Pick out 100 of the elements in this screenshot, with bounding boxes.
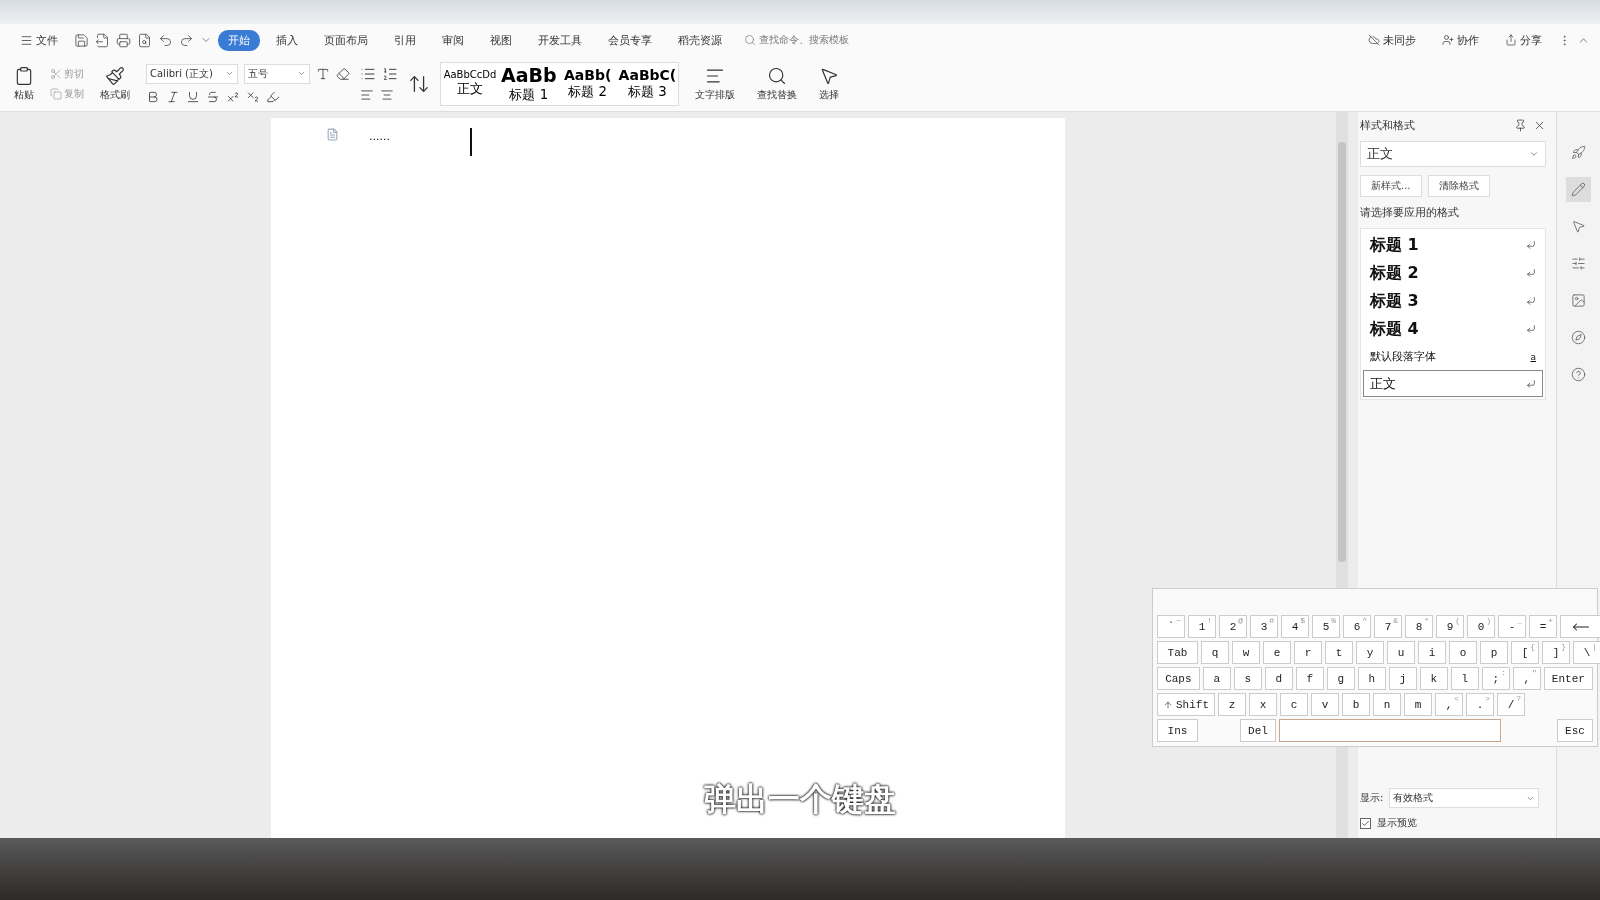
- shift-key[interactable]: Shift: [1157, 693, 1215, 716]
- style-preset[interactable]: AaBb( 标题 2: [558, 62, 617, 105]
- style-preset[interactable]: AaBbCcDd 正文: [441, 62, 499, 105]
- undo-icon[interactable]: [158, 32, 173, 48]
- keyboard-key[interactable]: h: [1357, 667, 1386, 690]
- keyboard-key[interactable]: f: [1295, 667, 1324, 690]
- caret-icon[interactable]: [225, 69, 234, 78]
- redo-icon[interactable]: [179, 32, 194, 48]
- space-bar[interactable]: [1279, 719, 1501, 742]
- style-preset[interactable]: AaBb 标题 1: [499, 62, 559, 105]
- keyboard-key[interactable]: Ins: [1157, 719, 1198, 742]
- share-icon[interactable]: [1505, 34, 1517, 46]
- search-icon[interactable]: [767, 65, 788, 86]
- caret-icon[interactable]: [1529, 149, 1539, 159]
- ribbon-tab[interactable]: 开始: [218, 29, 260, 51]
- keyboard-key[interactable]: Enter: [1543, 667, 1593, 690]
- keyboard-key[interactable]: . >: [1466, 693, 1494, 716]
- keyboard-key[interactable]: 5 %: [1312, 615, 1340, 638]
- keyboard-key[interactable]: ` ~: [1157, 615, 1185, 638]
- keyboard-key[interactable]: o: [1449, 641, 1477, 664]
- save-icon[interactable]: [74, 32, 89, 48]
- paragraph-icon[interactable]: [326, 128, 339, 141]
- keyboard-key[interactable]: ; :: [1481, 667, 1510, 690]
- scrollbar[interactable]: [1338, 142, 1346, 562]
- keyboard-key[interactable]: [ {: [1511, 641, 1539, 664]
- preview-icon[interactable]: [137, 32, 152, 48]
- superscript-icon[interactable]: [226, 89, 240, 104]
- font-field[interactable]: Calibri (正文): [146, 63, 238, 84]
- format-painter-button[interactable]: 格式刷: [94, 64, 136, 103]
- close-icon[interactable]: [1533, 119, 1546, 132]
- paste-button[interactable]: 粘贴: [8, 64, 40, 103]
- keyboard-key[interactable]: 9 (: [1436, 615, 1464, 638]
- keyboard-key[interactable]: p: [1480, 641, 1508, 664]
- grow-font-icon[interactable]: [316, 66, 330, 81]
- keyboard-key[interactable]: , <: [1435, 693, 1463, 716]
- keyboard-key[interactable]: i: [1418, 641, 1446, 664]
- keyboard-key[interactable]: z: [1218, 693, 1246, 716]
- bold-icon[interactable]: [146, 89, 160, 104]
- return-icon[interactable]: [1526, 268, 1536, 278]
- backspace-key[interactable]: [1560, 615, 1600, 638]
- cloud-icon[interactable]: [1368, 34, 1380, 46]
- find-replace-button[interactable]: 查找替换: [751, 64, 804, 103]
- keyboard-key[interactable]: c: [1280, 693, 1308, 716]
- keyboard-key[interactable]: a: [1202, 667, 1231, 690]
- help-icon[interactable]: [1571, 367, 1586, 382]
- keyboard-key[interactable]: 0 ): [1467, 615, 1495, 638]
- checkbox[interactable]: [1360, 817, 1371, 829]
- keyboard-key[interactable]: , ": [1512, 667, 1541, 690]
- keyboard-key[interactable]: s: [1233, 667, 1262, 690]
- style-preset[interactable]: AaBbC( 标题 3: [616, 62, 679, 105]
- style-item[interactable]: 正文: [1363, 370, 1543, 397]
- align-center-icon[interactable]: [380, 87, 394, 102]
- caret-icon[interactable]: [297, 69, 306, 78]
- ribbon-tab[interactable]: 页面布局: [314, 29, 378, 51]
- keyboard-key[interactable]: t: [1325, 641, 1353, 664]
- keyboard-key[interactable]: g: [1326, 667, 1355, 690]
- keyboard-key[interactable]: b: [1342, 693, 1370, 716]
- return-icon[interactable]: [1526, 378, 1536, 389]
- toolbar-action[interactable]: 协作: [1432, 29, 1489, 51]
- clipboard-icon[interactable]: [14, 65, 34, 86]
- keyboard-key[interactable]: q: [1201, 641, 1229, 664]
- ribbon-tab[interactable]: 开发工具: [528, 29, 592, 51]
- keyboard-key[interactable]: 6 ^: [1343, 615, 1371, 638]
- keyboard-key[interactable]: 8 *: [1405, 615, 1433, 638]
- ribbon-tab[interactable]: 审阅: [432, 29, 474, 51]
- print-icon[interactable]: [116, 32, 131, 48]
- keyboard-key[interactable]: u: [1387, 641, 1415, 664]
- paintbrush-icon[interactable]: [105, 65, 125, 86]
- keyboard-key[interactable]: e: [1263, 641, 1291, 664]
- keyboard-key[interactable]: l: [1450, 667, 1479, 690]
- keyboard-key[interactable]: w: [1232, 641, 1260, 664]
- up-arrow-icon[interactable]: [1163, 699, 1173, 710]
- keyboard-key[interactable]: 7 &: [1374, 615, 1402, 638]
- ribbon-tab[interactable]: 会员专享: [598, 29, 662, 51]
- ribbon-tab[interactable]: 视图: [480, 29, 522, 51]
- keyboard-key[interactable]: v: [1311, 693, 1339, 716]
- ribbon-tab[interactable]: 插入: [266, 29, 308, 51]
- return-icon[interactable]: [1526, 296, 1536, 306]
- strikethrough-icon[interactable]: [206, 89, 220, 104]
- ribbon-tab[interactable]: 引用: [384, 29, 426, 51]
- keyboard-key[interactable]: 3 #: [1250, 615, 1278, 638]
- pin-icon[interactable]: [1514, 119, 1527, 132]
- highlighter-icon[interactable]: [266, 89, 280, 104]
- select-button[interactable]: 选择: [813, 64, 846, 103]
- subscript-icon[interactable]: [246, 89, 260, 104]
- keyboard-key[interactable]: m: [1404, 693, 1432, 716]
- image-icon[interactable]: [1571, 293, 1586, 308]
- keyboard-key[interactable]: Caps: [1157, 667, 1200, 690]
- style-dropdown[interactable]: 正文: [1360, 141, 1546, 167]
- keyboard-key[interactable]: k: [1419, 667, 1448, 690]
- compass-icon[interactable]: [1571, 330, 1586, 345]
- toolbar-action[interactable]: 未同步: [1358, 29, 1426, 51]
- keyboard-key[interactable]: ] }: [1542, 641, 1570, 664]
- ribbon-tab[interactable]: 稻壳资源: [668, 29, 732, 51]
- keyboard-key[interactable]: - _: [1498, 615, 1526, 638]
- keyboard-key[interactable]: r: [1294, 641, 1322, 664]
- keyboard-key[interactable]: \ |: [1573, 641, 1600, 664]
- keyboard-key[interactable]: Tab: [1157, 641, 1198, 664]
- align-left-icon[interactable]: [360, 87, 374, 102]
- return-icon[interactable]: [1526, 324, 1536, 334]
